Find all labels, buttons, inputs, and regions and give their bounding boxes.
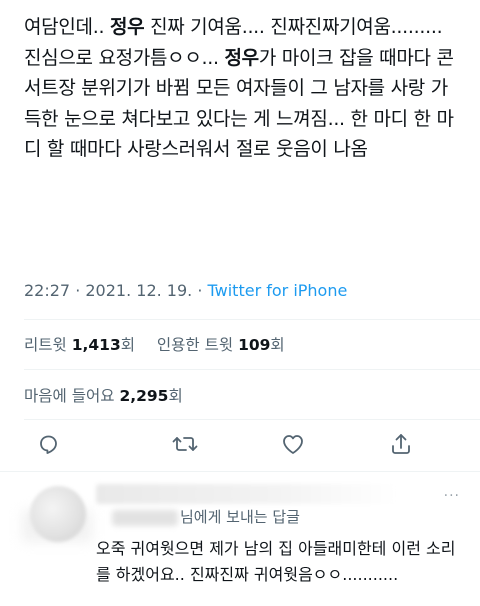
retweets-label: 리트윗 <box>24 336 67 354</box>
reply-author-blurred <box>96 484 396 504</box>
tweet-time[interactable]: 22:27 <box>24 281 70 300</box>
reply-icon <box>40 435 57 454</box>
meta-separator: · <box>192 281 208 300</box>
tweet-mention-jungwoo: 정우 <box>224 46 260 69</box>
reply-text: 오죽 귀여웟으면 제가 남의 집 아들래미한테 이런 소리를 하겠어요.. 진짜… <box>96 539 456 584</box>
share-icon <box>392 434 410 454</box>
retweet-button[interactable] <box>170 430 200 458</box>
tweet-text: 여담인데.. 정우 진짜 기여움.... 진짜진짜기여움......... 진심… <box>24 12 464 165</box>
like-button[interactable] <box>278 430 308 458</box>
reply-avatar[interactable] <box>30 486 86 542</box>
tweet-source-link[interactable]: Twitter for iPhone <box>208 281 348 300</box>
retweet-icon <box>172 437 198 451</box>
retweets-stat[interactable]: 리트윗 1,413회 <box>24 336 140 354</box>
heart-icon <box>283 435 303 454</box>
quotes-stat[interactable]: 인용한 트윗 109회 <box>157 336 285 354</box>
quotes-unit: 회 <box>270 336 285 354</box>
tweet-date[interactable]: 2021. 12. 19. <box>85 281 192 300</box>
reply-tweet[interactable]: ··· 님에게 보내는 답글 오죽 귀여웟으면 제가 남의 집 아들래미한테 이… <box>0 480 480 606</box>
likes-label: 마음에 들어요 <box>24 387 115 405</box>
stats-retweets-quotes: 리트윗 1,413회 인용한 트윗 109회 <box>24 333 285 355</box>
likes-stat[interactable]: 마음에 들어요 2,295회 <box>24 384 183 406</box>
quotes-label: 인용한 트윗 <box>156 336 234 354</box>
section-divider <box>0 471 480 472</box>
quotes-count: 109 <box>238 336 271 354</box>
more-options-icon[interactable]: ··· <box>444 488 460 504</box>
tweet-text-segment: 여담인데.. <box>24 16 110 38</box>
reply-button[interactable] <box>33 430 63 458</box>
reply-to-handle-blurred <box>112 510 178 526</box>
retweets-unit: 회 <box>120 336 136 354</box>
tweet-timestamp: 22:27 · 2021. 12. 19. · Twitter for iPho… <box>24 281 348 300</box>
likes-count: 2,295 <box>119 387 169 405</box>
divider <box>24 319 480 320</box>
reply-to-label: 님에게 보내는 답글 <box>180 508 300 526</box>
divider <box>24 369 480 370</box>
likes-unit: 회 <box>168 387 183 405</box>
tweet-mention-jungwoo: 정우 <box>109 16 145 38</box>
tweet-action-bar <box>0 426 480 462</box>
share-button[interactable] <box>386 430 416 458</box>
divider <box>24 419 480 420</box>
retweets-count: 1,413 <box>71 336 121 354</box>
